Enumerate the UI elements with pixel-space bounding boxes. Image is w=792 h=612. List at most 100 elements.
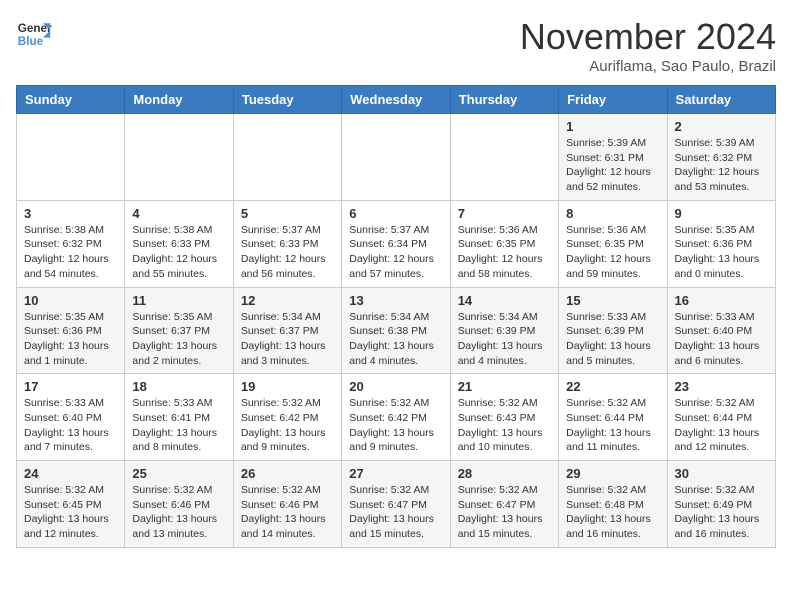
calendar-week-row: 3 Sunrise: 5:38 AM Sunset: 6:32 PM Daylig… bbox=[17, 200, 776, 287]
day-number: 7 bbox=[458, 206, 551, 221]
day-number: 12 bbox=[241, 293, 334, 308]
weekday-header: Thursday bbox=[450, 86, 558, 114]
day-info: Sunrise: 5:38 AM Sunset: 6:32 PM Dayligh… bbox=[24, 223, 117, 282]
day-info: Sunrise: 5:32 AM Sunset: 6:42 PM Dayligh… bbox=[349, 396, 442, 455]
calendar-week-row: 1Sunrise: 5:39 AM Sunset: 6:31 PM Daylig… bbox=[17, 114, 776, 201]
calendar-cell: 9 Sunrise: 5:35 AM Sunset: 6:36 PM Daylig… bbox=[667, 200, 775, 287]
day-number: 30 bbox=[675, 466, 768, 481]
day-number: 19 bbox=[241, 379, 334, 394]
calendar-cell: 1Sunrise: 5:39 AM Sunset: 6:31 PM Daylig… bbox=[559, 114, 667, 201]
day-info: Sunrise: 5:37 AM Sunset: 6:34 PM Dayligh… bbox=[349, 223, 442, 282]
day-number: 5 bbox=[241, 206, 334, 221]
svg-text:Blue: Blue bbox=[18, 35, 44, 48]
calendar-cell: 18 Sunrise: 5:33 AM Sunset: 6:41 PM Dayli… bbox=[125, 374, 233, 461]
day-number: 25 bbox=[132, 466, 225, 481]
day-number: 8 bbox=[566, 206, 659, 221]
calendar-cell: 6 Sunrise: 5:37 AM Sunset: 6:34 PM Daylig… bbox=[342, 200, 450, 287]
calendar-cell bbox=[450, 114, 558, 201]
calendar-cell: 14Sunrise: 5:34 AM Sunset: 6:39 PM Dayli… bbox=[450, 287, 558, 374]
day-number: 17 bbox=[24, 379, 117, 394]
calendar-cell: 2 Sunrise: 5:39 AM Sunset: 6:32 PM Daylig… bbox=[667, 114, 775, 201]
calendar-cell: 11 Sunrise: 5:35 AM Sunset: 6:37 PM Dayli… bbox=[125, 287, 233, 374]
day-info: Sunrise: 5:34 AM Sunset: 6:38 PM Dayligh… bbox=[349, 310, 442, 369]
day-info: Sunrise: 5:33 AM Sunset: 6:41 PM Dayligh… bbox=[132, 396, 225, 455]
calendar-cell: 3 Sunrise: 5:38 AM Sunset: 6:32 PM Daylig… bbox=[17, 200, 125, 287]
calendar-cell: 27 Sunrise: 5:32 AM Sunset: 6:47 PM Dayli… bbox=[342, 461, 450, 548]
calendar-week-row: 24 Sunrise: 5:32 AM Sunset: 6:45 PM Dayli… bbox=[17, 461, 776, 548]
calendar-cell: 30 Sunrise: 5:32 AM Sunset: 6:49 PM Dayli… bbox=[667, 461, 775, 548]
location: Auriflama, Sao Paulo, Brazil bbox=[520, 58, 776, 75]
day-number: 26 bbox=[241, 466, 334, 481]
day-number: 18 bbox=[132, 379, 225, 394]
day-info: Sunrise: 5:32 AM Sunset: 6:46 PM Dayligh… bbox=[132, 483, 225, 542]
day-info: Sunrise: 5:36 AM Sunset: 6:35 PM Dayligh… bbox=[566, 223, 659, 282]
day-number: 11 bbox=[132, 293, 225, 308]
calendar-cell: 23 Sunrise: 5:32 AM Sunset: 6:44 PM Dayli… bbox=[667, 374, 775, 461]
month-title: November 2024 bbox=[520, 16, 776, 58]
calendar-cell: 28Sunrise: 5:32 AM Sunset: 6:47 PM Dayli… bbox=[450, 461, 558, 548]
calendar-cell: 17 Sunrise: 5:33 AM Sunset: 6:40 PM Dayli… bbox=[17, 374, 125, 461]
calendar-cell: 4Sunrise: 5:38 AM Sunset: 6:33 PM Daylig… bbox=[125, 200, 233, 287]
logo-icon: General Blue bbox=[16, 16, 52, 52]
day-info: Sunrise: 5:34 AM Sunset: 6:37 PM Dayligh… bbox=[241, 310, 334, 369]
day-number: 29 bbox=[566, 466, 659, 481]
day-number: 4 bbox=[132, 206, 225, 221]
page-header: General Blue November 2024 Auriflama, Sa… bbox=[16, 16, 776, 75]
calendar-week-row: 17 Sunrise: 5:33 AM Sunset: 6:40 PM Dayli… bbox=[17, 374, 776, 461]
calendar-cell: 20 Sunrise: 5:32 AM Sunset: 6:42 PM Dayli… bbox=[342, 374, 450, 461]
title-block: November 2024 Auriflama, Sao Paulo, Braz… bbox=[520, 16, 776, 75]
calendar-cell: 29Sunrise: 5:32 AM Sunset: 6:48 PM Dayli… bbox=[559, 461, 667, 548]
day-number: 2 bbox=[675, 119, 768, 134]
calendar-cell: 7 Sunrise: 5:36 AM Sunset: 6:35 PM Daylig… bbox=[450, 200, 558, 287]
day-info: Sunrise: 5:33 AM Sunset: 6:40 PM Dayligh… bbox=[24, 396, 117, 455]
day-number: 23 bbox=[675, 379, 768, 394]
calendar-cell: 5 Sunrise: 5:37 AM Sunset: 6:33 PM Daylig… bbox=[233, 200, 341, 287]
day-number: 24 bbox=[24, 466, 117, 481]
day-info: Sunrise: 5:32 AM Sunset: 6:47 PM Dayligh… bbox=[458, 483, 551, 542]
calendar-cell bbox=[125, 114, 233, 201]
day-number: 27 bbox=[349, 466, 442, 481]
day-info: Sunrise: 5:35 AM Sunset: 6:37 PM Dayligh… bbox=[132, 310, 225, 369]
day-number: 6 bbox=[349, 206, 442, 221]
day-info: Sunrise: 5:32 AM Sunset: 6:45 PM Dayligh… bbox=[24, 483, 117, 542]
day-number: 16 bbox=[675, 293, 768, 308]
day-info: Sunrise: 5:39 AM Sunset: 6:32 PM Dayligh… bbox=[675, 136, 768, 195]
day-number: 21 bbox=[458, 379, 551, 394]
calendar-table: SundayMondayTuesdayWednesdayThursdayFrid… bbox=[16, 85, 776, 548]
day-info: Sunrise: 5:32 AM Sunset: 6:49 PM Dayligh… bbox=[675, 483, 768, 542]
calendar-cell: 16 Sunrise: 5:33 AM Sunset: 6:40 PM Dayli… bbox=[667, 287, 775, 374]
day-info: Sunrise: 5:33 AM Sunset: 6:39 PM Dayligh… bbox=[566, 310, 659, 369]
day-info: Sunrise: 5:36 AM Sunset: 6:35 PM Dayligh… bbox=[458, 223, 551, 282]
weekday-header: Friday bbox=[559, 86, 667, 114]
weekday-header-row: SundayMondayTuesdayWednesdayThursdayFrid… bbox=[17, 86, 776, 114]
weekday-header: Saturday bbox=[667, 86, 775, 114]
day-info: Sunrise: 5:37 AM Sunset: 6:33 PM Dayligh… bbox=[241, 223, 334, 282]
day-info: Sunrise: 5:32 AM Sunset: 6:44 PM Dayligh… bbox=[566, 396, 659, 455]
day-number: 3 bbox=[24, 206, 117, 221]
day-number: 10 bbox=[24, 293, 117, 308]
calendar-cell: 25 Sunrise: 5:32 AM Sunset: 6:46 PM Dayli… bbox=[125, 461, 233, 548]
weekday-header: Wednesday bbox=[342, 86, 450, 114]
day-info: Sunrise: 5:32 AM Sunset: 6:47 PM Dayligh… bbox=[349, 483, 442, 542]
day-info: Sunrise: 5:33 AM Sunset: 6:40 PM Dayligh… bbox=[675, 310, 768, 369]
weekday-header: Monday bbox=[125, 86, 233, 114]
day-info: Sunrise: 5:32 AM Sunset: 6:46 PM Dayligh… bbox=[241, 483, 334, 542]
day-number: 22 bbox=[566, 379, 659, 394]
day-info: Sunrise: 5:32 AM Sunset: 6:42 PM Dayligh… bbox=[241, 396, 334, 455]
day-number: 20 bbox=[349, 379, 442, 394]
calendar-cell: 8 Sunrise: 5:36 AM Sunset: 6:35 PM Daylig… bbox=[559, 200, 667, 287]
day-number: 13 bbox=[349, 293, 442, 308]
day-number: 9 bbox=[675, 206, 768, 221]
day-info: Sunrise: 5:35 AM Sunset: 6:36 PM Dayligh… bbox=[675, 223, 768, 282]
calendar-cell: 21 Sunrise: 5:32 AM Sunset: 6:43 PM Dayli… bbox=[450, 374, 558, 461]
day-number: 15 bbox=[566, 293, 659, 308]
calendar-cell: 12 Sunrise: 5:34 AM Sunset: 6:37 PM Dayli… bbox=[233, 287, 341, 374]
calendar-cell: 10Sunrise: 5:35 AM Sunset: 6:36 PM Dayli… bbox=[17, 287, 125, 374]
day-info: Sunrise: 5:39 AM Sunset: 6:31 PM Dayligh… bbox=[566, 136, 659, 195]
calendar-cell: 15 Sunrise: 5:33 AM Sunset: 6:39 PM Dayli… bbox=[559, 287, 667, 374]
day-info: Sunrise: 5:32 AM Sunset: 6:44 PM Dayligh… bbox=[675, 396, 768, 455]
calendar-cell: 26 Sunrise: 5:32 AM Sunset: 6:46 PM Dayli… bbox=[233, 461, 341, 548]
calendar-cell: 19 Sunrise: 5:32 AM Sunset: 6:42 PM Dayli… bbox=[233, 374, 341, 461]
day-info: Sunrise: 5:32 AM Sunset: 6:43 PM Dayligh… bbox=[458, 396, 551, 455]
calendar-cell: 22 Sunrise: 5:32 AM Sunset: 6:44 PM Dayli… bbox=[559, 374, 667, 461]
